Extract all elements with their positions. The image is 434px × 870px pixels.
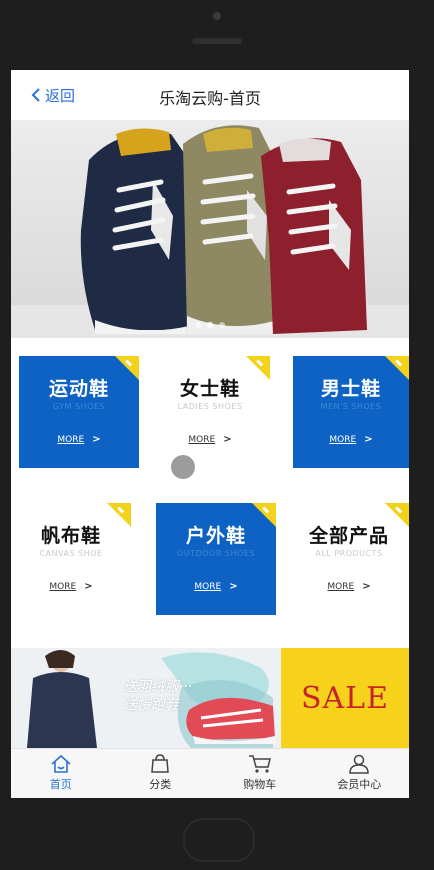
category-tile-gym[interactable]: 运动鞋 GYM SHOES MORE > (19, 356, 139, 468)
promo-banner[interactable]: 送羽绒服··· 送慢跑鞋 SALE (11, 648, 409, 748)
tab-label: 会员中心 (337, 778, 382, 791)
category-title: 全部产品 (308, 525, 389, 547)
user-icon (349, 754, 370, 774)
phone-camera (213, 12, 221, 20)
tab-member[interactable]: 会员中心 (310, 749, 410, 798)
category-subtitle: OUTDOOR SHOES (177, 549, 255, 558)
category-subtitle: MEN'S SHOES (320, 402, 382, 411)
page-title: 乐淘云购-首页 (159, 89, 261, 108)
shoes-banner-image (11, 120, 409, 338)
home-icon (51, 754, 71, 773)
category-subtitle: GYM SHOES (52, 402, 106, 411)
bag-icon (151, 754, 170, 773)
more-link[interactable]: MORE > (156, 581, 276, 592)
app-screen: 返回 乐淘云购-首页 运动鞋 GYM SHOES MORE > 女士鞋 LADI… (11, 70, 409, 798)
category-subtitle: CANVAS SHOE (39, 549, 103, 558)
category-title: 帆布鞋 (40, 525, 101, 547)
tab-home[interactable]: 首页 (11, 749, 111, 798)
category-tile-men[interactable]: 男士鞋 MEN'S SHOES MORE > (293, 356, 409, 468)
promo-line-1: 送羽绒服··· (123, 679, 193, 695)
more-link[interactable]: MORE > (289, 581, 409, 592)
category-tile-outdoor[interactable]: 户外鞋 OUTDOOR SHOES MORE > (156, 503, 276, 615)
chevron-right-icon: > (364, 434, 373, 445)
category-subtitle: ALL PRODUCTS (315, 549, 383, 558)
tab-label: 购物车 (243, 778, 277, 791)
category-title: 男士鞋 (320, 378, 381, 400)
chevron-right-icon: > (229, 581, 238, 592)
chevron-right-icon: > (84, 581, 93, 592)
more-link[interactable]: MORE > (293, 434, 409, 445)
chevron-right-icon: > (92, 434, 101, 445)
carousel-indicator (11, 322, 409, 328)
category-subtitle: LADIES SHOES (177, 402, 243, 411)
tab-cart[interactable]: 购物车 (210, 749, 310, 798)
cart-icon (248, 755, 271, 773)
tab-label: 首页 (49, 778, 72, 791)
bottom-tab-bar: 首页 分类 购物车 会员中心 (11, 748, 409, 798)
carousel-dot-active[interactable] (207, 322, 213, 328)
tab-label: 分类 (149, 778, 172, 791)
sale-label: SALE (281, 648, 409, 748)
carousel-dot[interactable] (195, 322, 201, 328)
tab-category[interactable]: 分类 (111, 749, 211, 798)
chevron-right-icon: > (362, 581, 371, 592)
category-tile-canvas[interactable]: 帆布鞋 CANVAS SHOE MORE > (11, 503, 131, 615)
category-tile-ladies[interactable]: 女士鞋 LADIES SHOES MORE > (150, 356, 270, 468)
touch-indicator (171, 455, 195, 479)
category-title: 女士鞋 (179, 378, 240, 400)
banner-carousel[interactable] (11, 120, 409, 338)
chevron-right-icon: > (223, 434, 232, 445)
carousel-dot[interactable] (219, 322, 225, 328)
more-link[interactable]: MORE > (11, 581, 131, 592)
category-title: 户外鞋 (185, 525, 246, 547)
phone-speaker (192, 38, 242, 44)
more-link[interactable]: MORE > (150, 434, 270, 445)
category-tile-all[interactable]: 全部产品 ALL PRODUCTS MORE > (289, 503, 409, 615)
category-title: 运动鞋 (48, 378, 109, 400)
home-button[interactable] (183, 818, 255, 862)
promo-text: 送羽绒服··· 送慢跑鞋 (123, 678, 192, 714)
more-link[interactable]: MORE > (19, 434, 139, 445)
header: 返回 乐淘云购-首页 (11, 70, 409, 120)
promo-line-2: 送慢跑鞋 (123, 697, 179, 713)
